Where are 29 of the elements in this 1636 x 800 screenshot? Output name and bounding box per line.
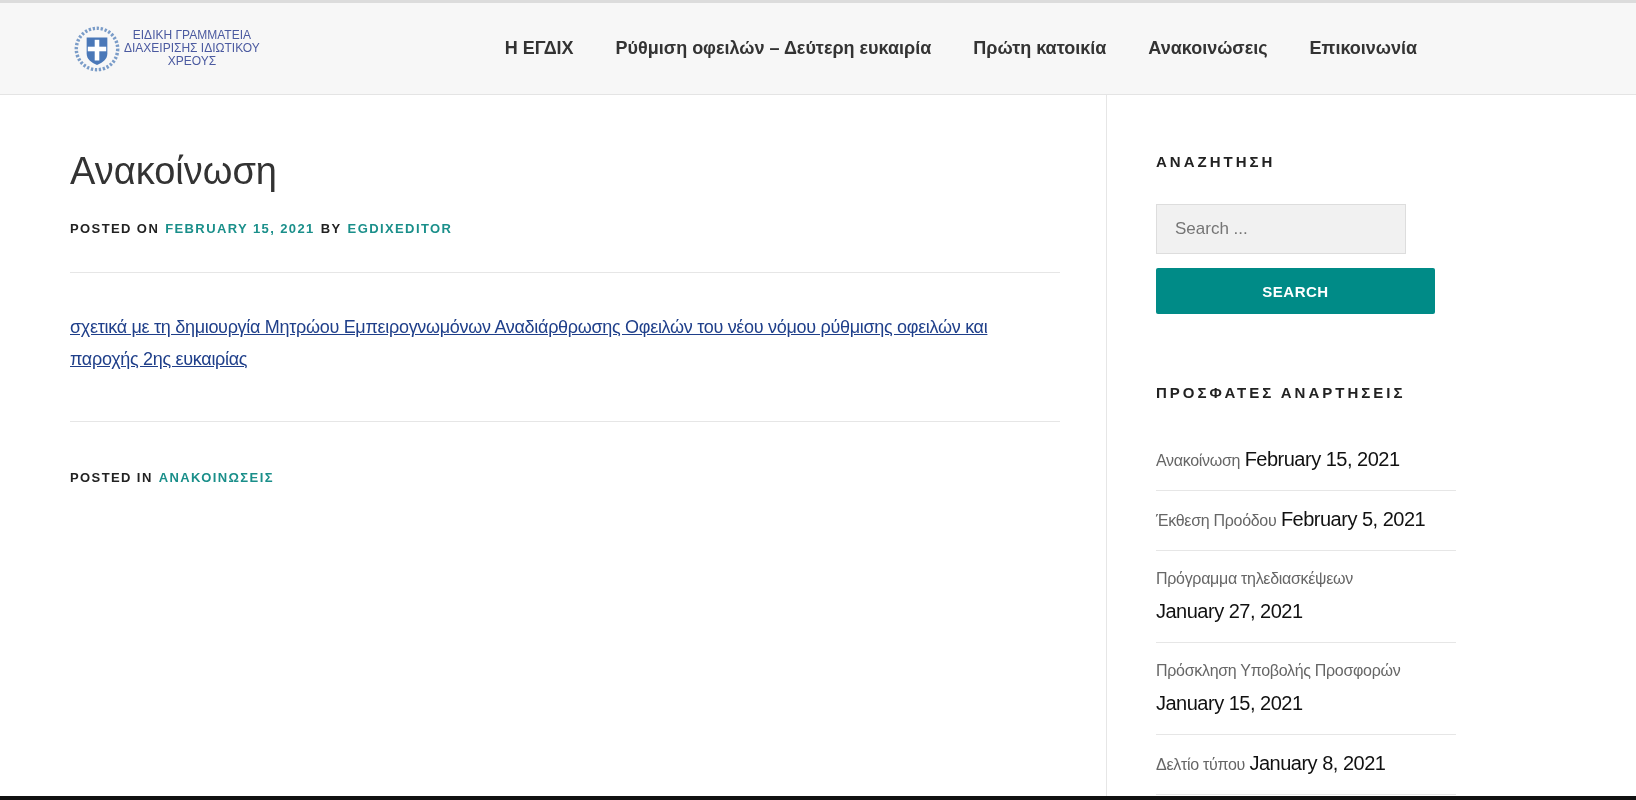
post-date: February 5, 2021: [1280, 508, 1426, 530]
post-date: February 15, 2021: [1244, 448, 1400, 470]
nav-link[interactable]: Ρύθμιση οφειλών – Δεύτερη ευκαιρία: [615, 38, 932, 59]
meta-label: POSTED ON: [70, 221, 160, 236]
post-date: January 8, 2021: [1249, 752, 1386, 774]
date-link[interactable]: FEBRUARY 15, 2021: [165, 221, 315, 236]
nav-link[interactable]: Επικοινωνία: [1309, 38, 1418, 59]
post-date: January 27, 2021: [1156, 600, 1303, 622]
search-field[interactable]: Search ...: [1156, 204, 1406, 254]
widget-heading: ΠΡΟΣΦΑΤΕΣ ΑΝΑΡΤΗΣΕΙΣ: [1156, 384, 1407, 401]
emblem-icon: [74, 25, 120, 72]
recent-post-link[interactable]: Δελτίο τύπου: [1156, 756, 1245, 773]
recent-post-link[interactable]: Πρόγραμμα τηλεδιασκέψεων: [1156, 570, 1353, 587]
nav-link[interactable]: Πρώτη κατοικία: [973, 38, 1107, 59]
logo-text[interactable]: ΕΙΔΙΚΗ ΓΡΑΜΜΑΤΕΙΑ ΔΙΑΧΕΙΡΙΣΗΣ ΙΔΙΩΤΙΚΟΥ ΧΡΕΟΥΣ: [124, 29, 260, 68]
recent-post-link[interactable]: Ανακοίνωση: [1156, 452, 1241, 469]
search-button[interactable]: SEARCH: [1156, 268, 1435, 314]
meta-label: POSTED IN: [70, 470, 153, 485]
author-link[interactable]: EGDIXEDITOR: [347, 221, 453, 236]
post-date: January 15, 2021: [1156, 692, 1303, 714]
post-title: Ανακοίνωση: [70, 150, 278, 193]
recent-post-link[interactable]: Έκθεση Προόδου: [1156, 512, 1277, 529]
post-link[interactable]: σχετικά με τη δημιουργία Μητρώου Εμπειρογνωμόνων Αναδιάρθρωσης Οφειλών του νέου νόμου ρύθμισης οφειλών και παροχής 2ης ευκαιρίας: [70, 311, 1060, 375]
nav-link[interactable]: Η ΕΓΔΙΧ: [504, 38, 574, 59]
recent-post-link[interactable]: Πρόσκληση Υποβολής Προσφορών: [1156, 662, 1401, 679]
widget-heading: ΑΝΑΖΗΤΗΣΗ: [1156, 153, 1277, 170]
category-link[interactable]: ΑΝΑΚΟΙΝΩΣΕΙΣ: [158, 470, 274, 485]
meta-label: BY: [320, 221, 342, 236]
nav-link[interactable]: Ανακοινώσεις: [1148, 38, 1268, 59]
